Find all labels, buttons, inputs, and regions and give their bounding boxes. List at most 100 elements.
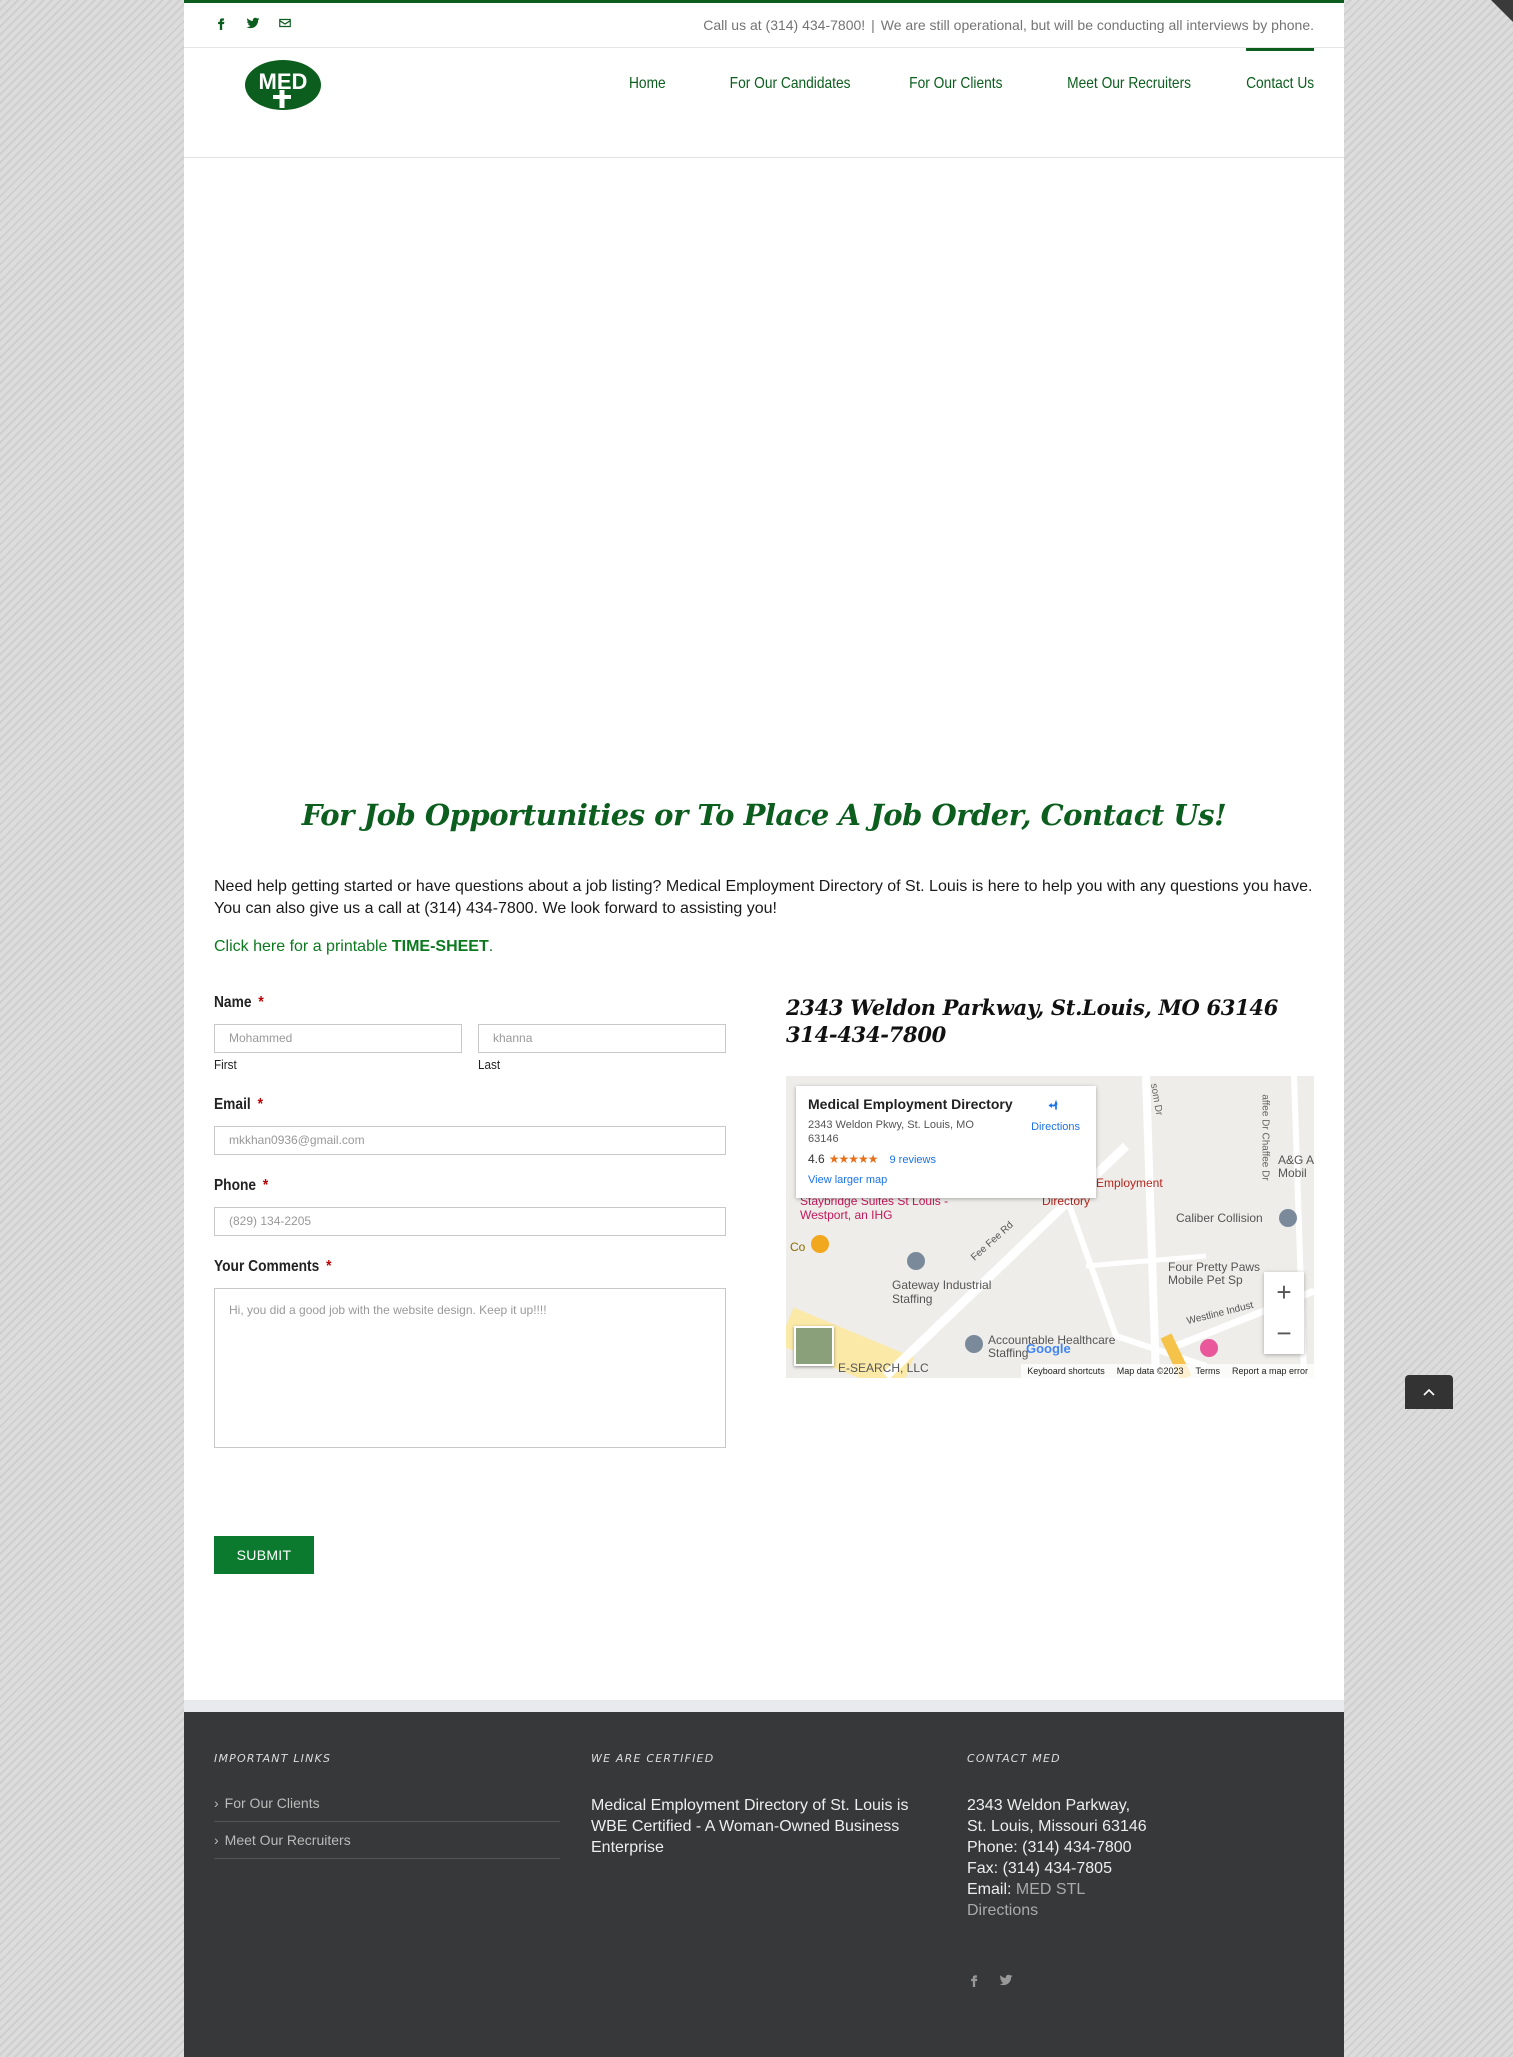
timesheet-prefix: Click here for a printable <box>214 938 392 955</box>
contact-form: Name * Mohammed First khanna Last Email * … <box>214 994 726 1448</box>
footer-certified-heading: We Are Certified <box>591 1752 715 1765</box>
footer-links-heading: Important Links <box>214 1752 332 1765</box>
footer-facebook-icon[interactable] <box>967 1973 981 1987</box>
map-footer: Keyboard shortcuts Map data ©2023 Terms … <box>1021 1364 1314 1378</box>
nav-contact-us[interactable]: Contact Us <box>1245 48 1314 108</box>
timesheet-link[interactable]: TIME-SHEET <box>392 938 489 955</box>
map-label-ag: A&G A Mobil <box>1278 1153 1314 1180</box>
map-label-co: Co <box>790 1240 806 1254</box>
location-panel: 2343 Weldon Parkway, St.Louis, MO 63146 … <box>786 994 1314 1378</box>
footer-contact-col: Contact MED 2343 Weldon Parkway, St. Lou… <box>967 1752 1297 1987</box>
main-nav: Home For Our Candidates For Our Clients … <box>579 48 1314 108</box>
top-phone: Call us at (314) 434-7800! <box>703 17 866 33</box>
comments-textarea[interactable]: Hi, you did a good job with the website … <box>214 1288 726 1448</box>
last-name-col: khanna Last <box>478 1024 726 1074</box>
map-rating: 4.6 <box>808 1152 825 1166</box>
email-label-text: Email <box>214 1096 251 1113</box>
footer-email-label: Email: <box>967 1881 1016 1898</box>
footer-links-list: For Our Clients Meet Our Recruiters <box>214 1795 560 1859</box>
footer-certified-text: Medical Employment Directory of St. Loui… <box>591 1797 909 1856</box>
nav-meet-our-recruiters[interactable]: Meet Our Recruiters <box>1067 48 1191 108</box>
directions-label: Directions <box>1031 1121 1080 1133</box>
name-label: Name * <box>214 994 264 1012</box>
comments-group: Your Comments * Hi, you did a good job wi… <box>214 1258 726 1448</box>
last-name-input[interactable]: khanna <box>478 1024 726 1053</box>
rating-stars-icon: ★★★★★ <box>828 1152 879 1166</box>
comments-label: Your Comments * <box>214 1258 331 1276</box>
page-wrapper: Call us at (314) 434-7800! | We are still … <box>184 0 1344 2057</box>
top-bar: Call us at (314) 434-7800! | We are still … <box>184 0 1344 48</box>
top-message: Call us at (314) 434-7800! | We are still … <box>703 17 1314 33</box>
address-line: 2343 Weldon Parkway, St.Louis, MO 63146 <box>786 995 1279 1020</box>
map-label-fourpretty: Four Pretty Paws Mobile Pet Sp <box>1168 1260 1261 1287</box>
social-links <box>214 16 292 30</box>
scroll-to-top-button[interactable] <box>1405 1375 1453 1409</box>
zoom-out-button[interactable]: − <box>1264 1313 1304 1354</box>
map-label-staybridge: Staybridge Suites St Louis - Westport, a… <box>800 1194 949 1222</box>
email-label: Email * <box>214 1096 263 1114</box>
map-label-gateway: Gateway Industrial Staffing <box>892 1278 992 1306</box>
name-group: Name * Mohammed First khanna Last <box>214 994 726 1074</box>
map-label-esearch: E-SEARCH, LLC <box>838 1361 929 1375</box>
view-larger-map-link[interactable]: View larger map <box>808 1174 1084 1186</box>
timesheet-suffix: . <box>488 938 494 955</box>
facebook-icon[interactable] <box>214 16 228 30</box>
twitter-icon[interactable] <box>246 16 260 30</box>
map-info-card: Medical Employment Directory 2343 Weldon… <box>796 1086 1096 1198</box>
nav-home[interactable]: Home <box>629 48 666 108</box>
first-name-col: Mohammed First <box>214 1024 462 1074</box>
mail-icon[interactable] <box>278 16 292 30</box>
footer-fax: Fax: (314) 434-7805 <box>967 1860 1112 1877</box>
email-input[interactable]: mkkhan0936@gmail.com <box>214 1126 726 1155</box>
map-place-address: 2343 Weldon Pkwy, St. Louis, MO 63146 <box>808 1119 974 1145</box>
map-label-caliber: Caliber Collision <box>1176 1211 1263 1225</box>
footer-twitter-icon[interactable] <box>999 1973 1013 1987</box>
map-satellite-thumbnail[interactable] <box>794 1326 834 1366</box>
required-mark: * <box>262 1177 269 1194</box>
footer-link-for-our-clients[interactable]: For Our Clients <box>214 1795 560 1822</box>
footer-link-meet-our-recruiters[interactable]: Meet Our Recruiters <box>214 1832 560 1859</box>
zoom-in-button[interactable]: + <box>1264 1272 1304 1313</box>
first-sublabel: First <box>214 1057 237 1072</box>
first-name-input[interactable]: Mohammed <box>214 1024 462 1053</box>
phone-group: Phone * (829) 134-2205 <box>214 1177 726 1236</box>
map-data-text: Map data ©2023 <box>1116 1366 1184 1376</box>
name-label-text: Name <box>214 994 252 1011</box>
contact-section: Name * Mohammed First khanna Last Email * … <box>184 956 1344 1596</box>
chevron-up-icon <box>1423 1388 1435 1396</box>
map-terms-link[interactable]: Terms <box>1195 1366 1220 1376</box>
footer-directions-link[interactable]: Directions <box>967 1900 1297 1921</box>
top-separator: | <box>871 17 875 33</box>
map-zoom-control: + − <box>1264 1272 1304 1354</box>
map-report-link[interactable]: Report a map error <box>1232 1366 1308 1376</box>
directions-button[interactable]: Directions <box>1031 1098 1080 1133</box>
map-shortcuts-link[interactable]: Keyboard shortcuts <box>1027 1366 1105 1376</box>
phone-input[interactable]: (829) 134-2205 <box>214 1207 726 1236</box>
footer-contact-heading: Contact MED <box>967 1752 1061 1765</box>
address-block: 2343 Weldon Parkway, St.Louis, MO 63146 … <box>786 994 1314 1048</box>
timesheet-line: Click here for a printable TIME-SHEET. <box>214 938 1314 956</box>
submit-button[interactable]: SUBMIT <box>214 1536 314 1574</box>
footer-address-line2: St. Louis, Missouri 63146 <box>967 1818 1147 1835</box>
med-logo[interactable]: MED <box>244 59 322 111</box>
footer-certified-col: We Are Certified Medical Employment Dire… <box>591 1752 921 1858</box>
footer-phone: Phone: (314) 434-7800 <box>967 1839 1132 1856</box>
footer-contact-text: 2343 Weldon Parkway, St. Louis, Missouri… <box>967 1795 1297 1921</box>
page-heading: For Job Opportunities or To Place A Job … <box>301 798 1227 832</box>
map-reviews-link[interactable]: 9 reviews <box>889 1154 935 1166</box>
email-group: Email * mkkhan0936@gmail.com <box>214 1096 726 1155</box>
footer-email-link[interactable]: MED STL <box>1016 1881 1085 1898</box>
footer-social <box>967 1973 1297 1987</box>
map-rating-row: 4.6 ★★★★★ 9 reviews <box>808 1152 1084 1166</box>
footer-address-line1: 2343 Weldon Parkway, <box>967 1797 1131 1814</box>
google-map[interactable]: Employment Staybridge Suites St Louis - … <box>786 1076 1314 1378</box>
phone-label-text: Phone <box>214 1177 257 1194</box>
directions-icon <box>1048 1099 1058 1110</box>
required-mark: * <box>326 1258 332 1275</box>
nav-for-our-candidates[interactable]: For Our Candidates <box>730 48 851 108</box>
nav-for-our-clients[interactable]: For Our Clients <box>910 48 1003 108</box>
map-label-employment: Employment <box>1096 1176 1163 1190</box>
footer-links-col: Important Links For Our Clients Meet Our… <box>214 1752 560 1869</box>
phone-line: 314-434-7800 <box>786 1022 946 1047</box>
top-notice: We are still operational, but will be co… <box>880 17 1314 33</box>
